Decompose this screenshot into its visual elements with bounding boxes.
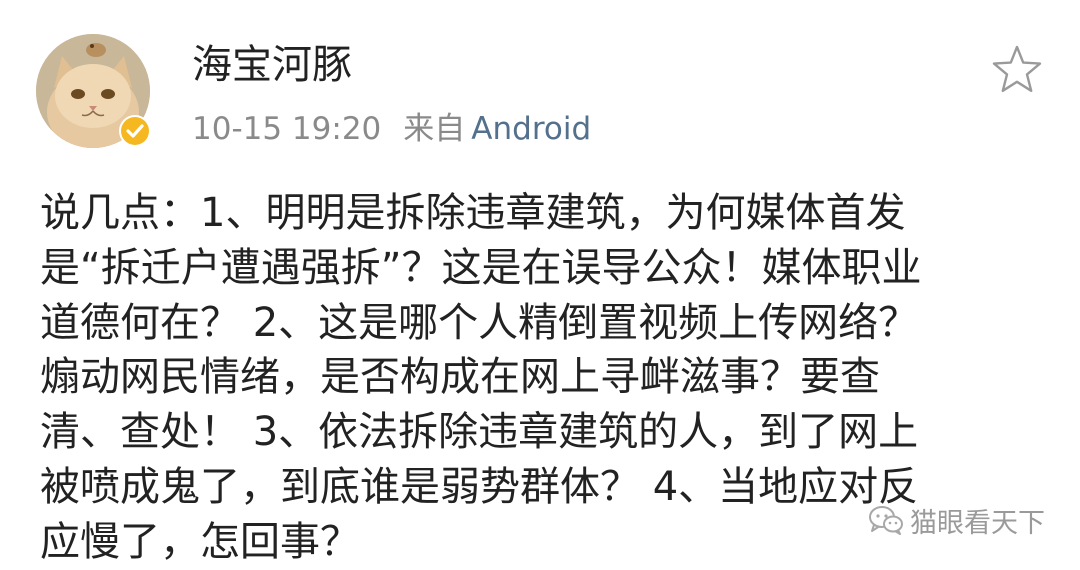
watermark-text: 猫眼看天下 bbox=[910, 507, 1045, 539]
username[interactable]: 海宝河豚 bbox=[192, 36, 352, 94]
content-line: 清、查处！ 3、依法拆除违章建筑的人，到了网上 bbox=[40, 409, 919, 456]
watermark: 猫眼看天下 bbox=[868, 503, 1045, 539]
content-line: 说几点：1、明明是拆除违章建筑，为何媒体首发 bbox=[40, 190, 906, 236]
avatar[interactable] bbox=[36, 34, 151, 148]
star-outline-icon[interactable] bbox=[991, 44, 1043, 94]
content-line: 煽动网民情绪，是否构成在网上寻衅滋事？要查 bbox=[40, 354, 880, 401]
post-meta: 10-15 19:20 来自 Android bbox=[192, 106, 591, 152]
verified-badge-icon bbox=[119, 115, 151, 147]
timestamp: 10-15 19:20 bbox=[192, 111, 382, 147]
content-line: 是“拆迁户遭遇强拆”？这是在误导公众！媒体职业 bbox=[40, 244, 922, 291]
source-prefix: 来自 bbox=[403, 111, 466, 147]
wechat-icon bbox=[869, 506, 903, 535]
weibo-post: 海宝河豚 10-15 19:20 来自 Android 说几点：1、明明是拆除违章建… bbox=[0, 0, 1080, 568]
content-line: 道德何在？ 2、这是哪个人精倒置视频上传网络？ bbox=[40, 299, 919, 346]
source-app-link[interactable]: Android bbox=[471, 111, 591, 147]
